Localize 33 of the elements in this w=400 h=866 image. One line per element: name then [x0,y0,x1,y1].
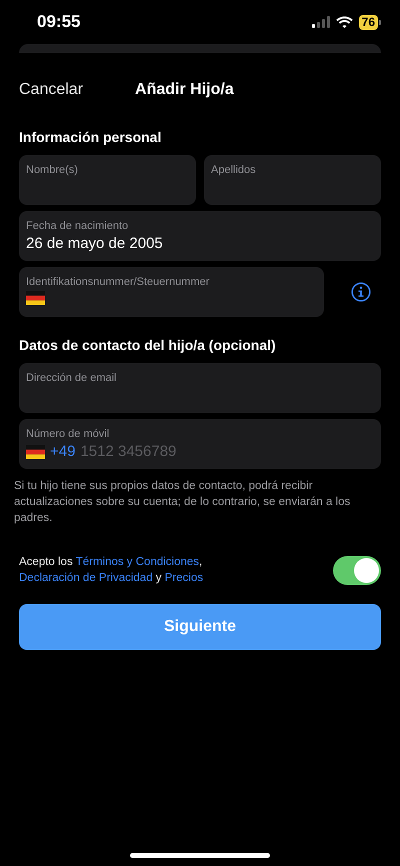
field-label: Número de móvil [26,428,110,440]
status-time: 09:55 [37,12,80,32]
field-value: 26 de mayo de 2005 [26,235,163,252]
field-label: Nombre(s) [26,164,79,176]
toggle-switch[interactable] [333,556,381,584]
help-text: Si tu hijo tiene sus propios datos de contacto, podrá recibir actualizaciones sobre su cuenta; de lo contrario, se enviarán a los padres. [14,479,352,526]
link[interactable]: Declaración de Privacidad [19,572,153,584]
signal-icon [312,16,330,28]
field-label: Dirección de email [26,372,118,384]
input-field[interactable]: Dirección de email [19,363,381,413]
country-code[interactable]: +49 [50,443,76,460]
link[interactable]: Precios [164,572,204,584]
field-label: Fecha de nacimiento [26,220,130,232]
germany-flag-icon [26,291,45,305]
field-label: Identifikationsnummer/Steuernummer [26,276,210,288]
wifi-icon [336,16,353,28]
field-placeholder: 1512 3456789 [80,443,176,460]
input-field[interactable]: Apellidos [204,155,381,205]
next-button[interactable]: Siguiente [19,604,381,650]
cancel-button[interactable]: Cancelar [19,81,84,99]
consent-text: Acepto los Términos y Condiciones, Declaración de Privacidad y Precios [19,555,204,586]
battery-level: 76 [358,14,378,30]
link[interactable]: Términos y Condiciones [76,556,200,568]
info-icon[interactable] [351,282,371,302]
germany-flag-icon [26,444,45,458]
screen-title: Añadir Hijo/a [135,81,234,99]
section-heading: Datos de contacto del hijo/a (opcional) [19,337,277,353]
input-field[interactable]: Identifikationsnummer/Steuernummer [19,267,324,317]
input-field[interactable]: Fecha de nacimiento 26 de mayo de 2005 [19,211,381,261]
section-heading: Información personal [19,129,162,145]
field-label: Apellidos [211,164,257,176]
input-field[interactable]: Nombre(s) [19,155,196,205]
input-field[interactable]: Número de móvil +49 1512 3456789 [19,419,381,469]
